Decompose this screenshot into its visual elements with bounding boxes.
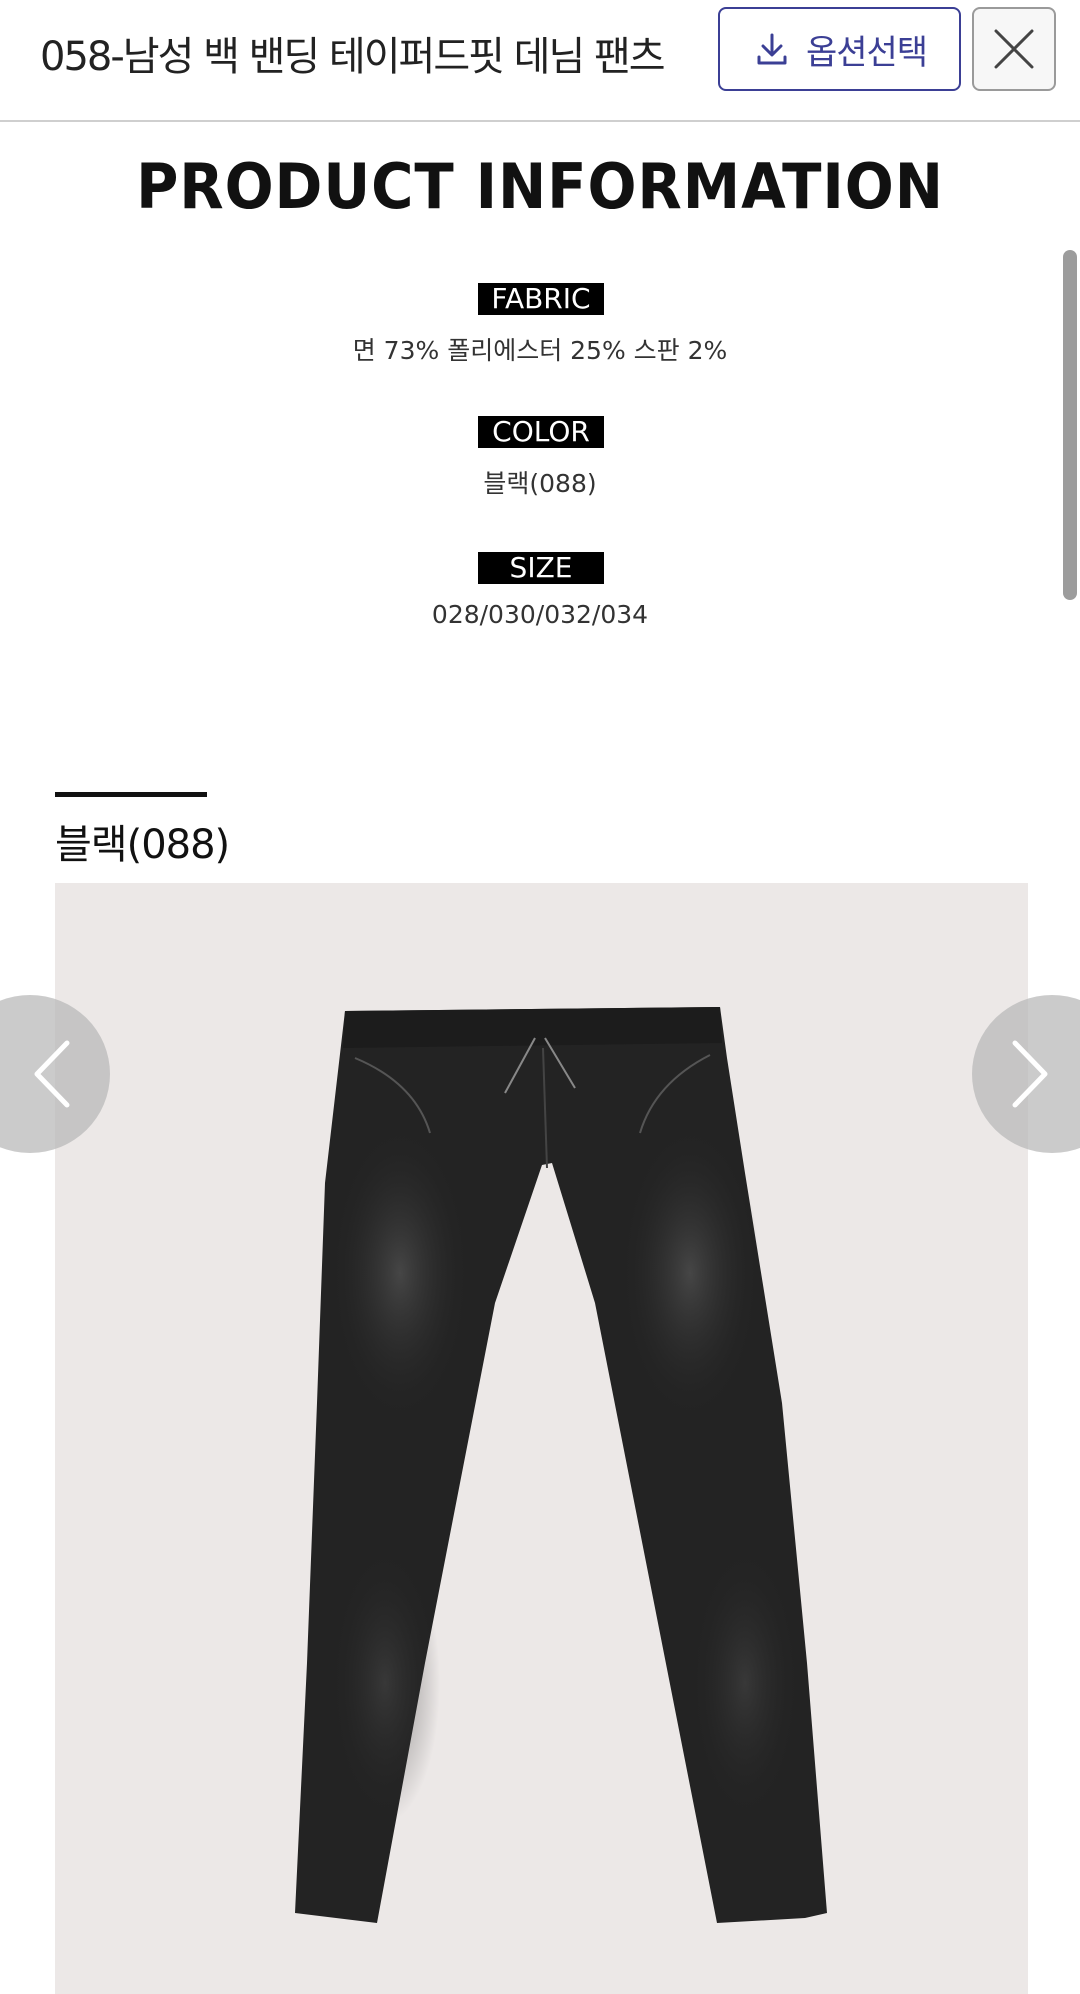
product-title: 058-남성 백 밴딩 테이퍼드핏 데님 팬츠 — [40, 34, 666, 80]
color-label: COLOR — [478, 416, 604, 448]
option-select-button[interactable]: 옵션선택 — [718, 7, 961, 91]
section-divider — [55, 792, 207, 797]
black-denim-pants-image — [295, 1007, 827, 1923]
size-label: SIZE — [478, 552, 604, 584]
color-section-label: 블랙(088) — [55, 822, 230, 868]
fabric-label: FABRIC — [478, 283, 604, 315]
close-button[interactable] — [972, 7, 1056, 91]
download-icon — [757, 33, 787, 65]
top-header: 058-남성 백 밴딩 테이퍼드핏 데님 팬츠 옵션선택 — [0, 0, 1080, 122]
chevron-right-icon — [1012, 1040, 1048, 1108]
close-icon — [994, 29, 1034, 69]
product-photo — [55, 883, 1028, 1994]
fabric-value: 면 73% 폴리에스터 25% 스판 2% — [352, 336, 728, 365]
color-value: 블랙(088) — [483, 469, 597, 498]
size-value: 028/030/032/034 — [431, 600, 649, 629]
chevron-left-icon — [34, 1040, 70, 1108]
scrollbar-thumb[interactable] — [1063, 250, 1077, 600]
option-select-label: 옵션선택 — [805, 32, 928, 73]
product-information-title: PRODUCT INFORMATION — [136, 150, 944, 223]
